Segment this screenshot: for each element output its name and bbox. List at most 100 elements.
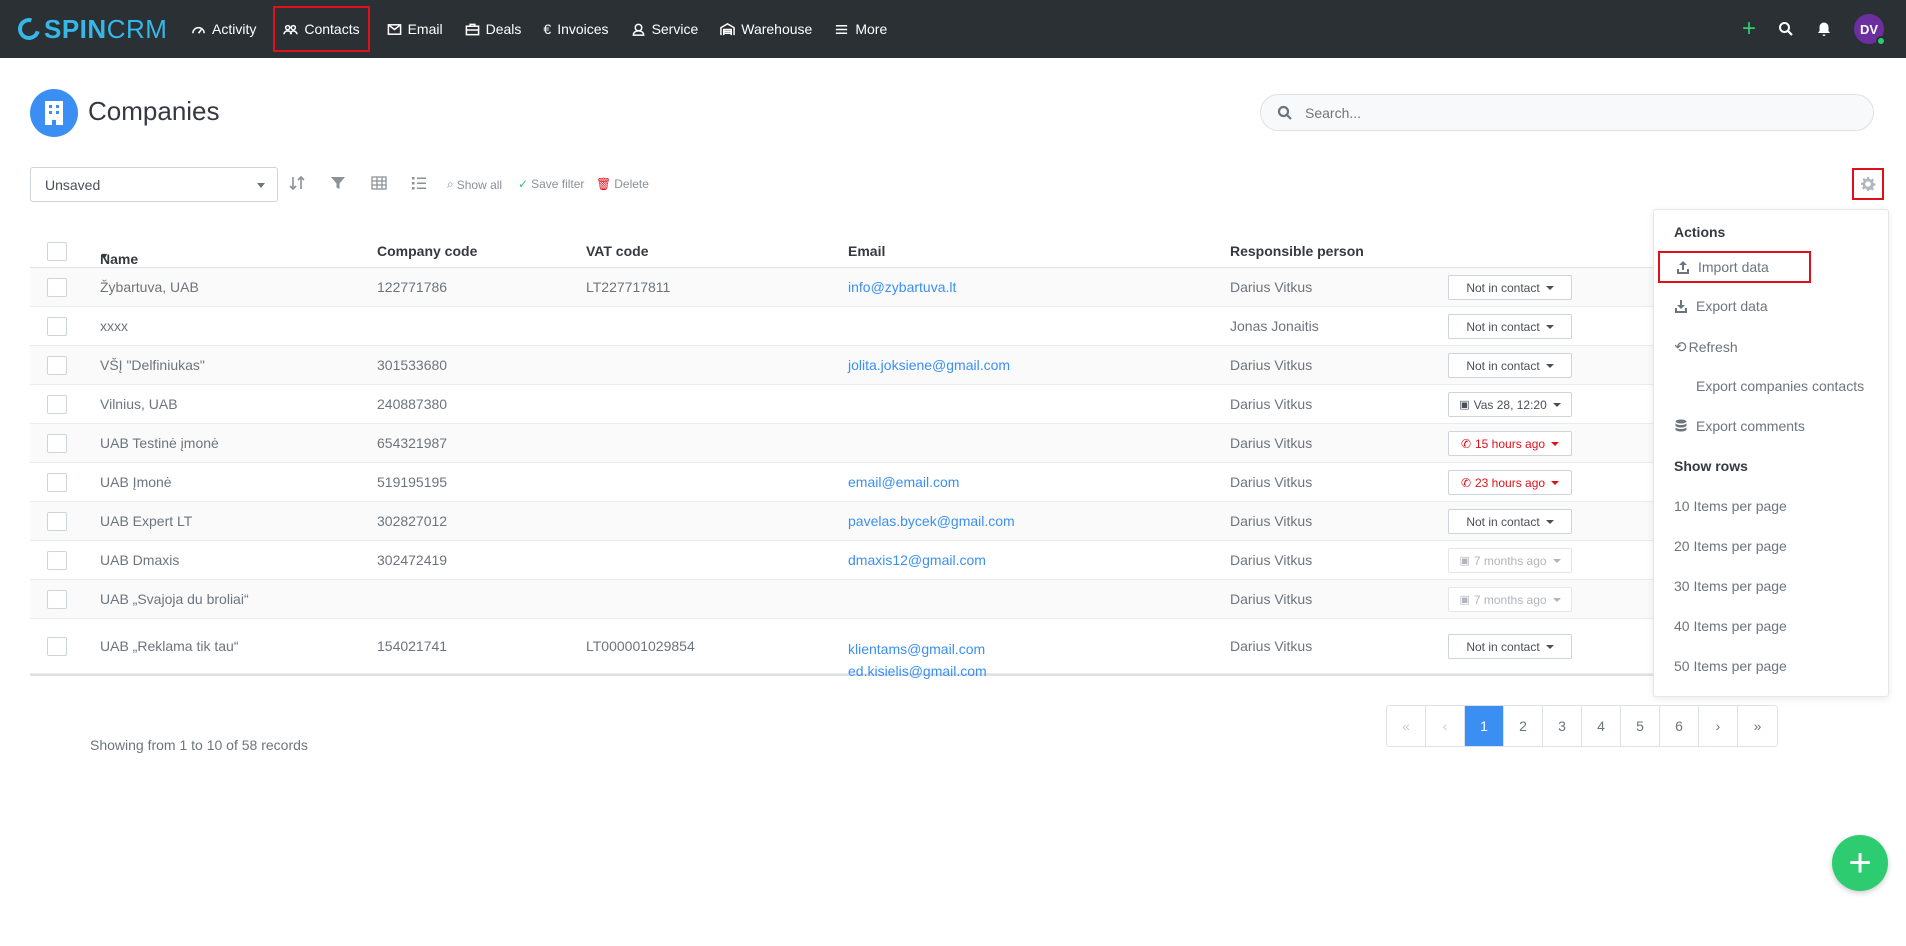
show-all-button[interactable]: ⌕ Show all [447,177,502,192]
company-name[interactable]: Vilnius, UAB [100,396,178,412]
last-page-button[interactable]: » [1738,706,1777,746]
add-company-button[interactable]: + [1832,835,1888,891]
email-link-secondary[interactable]: ed.kisielis@gmail.com [848,660,987,682]
rows-30-item[interactable]: 30 Items per page [1674,578,1787,594]
nav-email[interactable]: Email [376,0,454,58]
search-box[interactable] [1260,94,1874,131]
export-comments-item[interactable]: Export comments [1674,418,1805,434]
export-data-item[interactable]: Export data [1674,298,1768,314]
page-6[interactable]: 6 [1660,706,1699,746]
page-2[interactable]: 2 [1504,706,1543,746]
contact-status-dropdown[interactable]: Not in contact [1448,314,1572,339]
table-row[interactable]: UAB „Svajoja du broliai“ Darius Vitkus ▣… [30,580,1680,619]
table-settings-button[interactable] [1852,168,1884,200]
refresh-item[interactable]: ⟲ Refresh [1674,338,1738,356]
company-name[interactable]: UAB Įmonė [100,474,172,490]
company-name[interactable]: UAB Dmaxis [100,552,179,568]
user-avatar[interactable]: DV [1854,14,1886,46]
contact-status-dropdown[interactable]: Not in contact [1448,509,1572,534]
saved-filter-select[interactable]: Unsaved [30,167,278,202]
company-name[interactable]: UAB Expert LT [100,513,192,529]
search-icon[interactable] [1778,21,1794,37]
prev-page-button[interactable]: ‹ [1426,706,1465,746]
rows-10-item[interactable]: 10 Items per page [1674,498,1787,514]
company-name[interactable]: xxxx [100,318,128,334]
company-name[interactable]: UAB Testinė įmonė [100,435,219,451]
table-view-icon[interactable] [370,174,388,192]
delete-filter-button[interactable]: 🗑 Delete [596,177,649,191]
col-email[interactable]: Email [848,243,885,259]
select-all-checkbox[interactable] [47,242,67,261]
contact-status-dropdown[interactable]: Not in contact [1448,634,1572,659]
quick-add-icon[interactable]: + [1742,17,1756,41]
first-page-button[interactable]: « [1387,706,1426,746]
nav-contacts[interactable]: Contacts [267,0,375,58]
contact-status-dropdown[interactable]: Not in contact [1448,353,1572,378]
rows-40-item[interactable]: 40 Items per page [1674,618,1787,634]
contact-status-dropdown[interactable]: ▣ Vas 28, 12:20 [1448,392,1572,417]
table-row[interactable]: Vilnius, UAB 240887380 Darius Vitkus ▣ Va… [30,385,1680,424]
contact-status-label: Not in contact [1466,358,1540,373]
company-name[interactable]: UAB „Svajoja du broliai“ [100,591,249,607]
table-row[interactable]: Žybartuva, UAB 122771786 LT227717811 inf… [30,268,1680,307]
email-link[interactable]: klientams@gmail.com [848,638,987,660]
row-checkbox[interactable] [47,551,67,570]
row-checkbox[interactable] [47,356,67,375]
contact-status-dropdown[interactable]: ✆ 23 hours ago [1448,470,1572,495]
next-page-button[interactable]: › [1699,706,1738,746]
nav-activity[interactable]: Activity [180,0,267,58]
table-row[interactable]: UAB Expert LT 302827012 pavelas.bycek@gm… [30,502,1680,541]
contact-status-dropdown[interactable]: Not in contact [1448,275,1572,300]
table-row[interactable]: xxxx Jonas Jonaitis Not in contact [30,307,1680,346]
contact-status-dropdown[interactable]: ▣ 7 months ago [1448,548,1572,573]
page-3[interactable]: 3 [1543,706,1582,746]
email-link[interactable]: pavelas.bycek@gmail.com [848,513,1015,529]
row-checkbox[interactable] [47,473,67,492]
rows-50-item[interactable]: 50 Items per page [1674,658,1787,674]
row-checkbox[interactable] [47,590,67,609]
table-row[interactable]: UAB Testinė įmonė 654321987 Darius Vitku… [30,424,1680,463]
bell-icon[interactable] [1816,21,1832,37]
nav-service[interactable]: Service [620,0,710,58]
nav-more[interactable]: More [823,0,898,58]
sort-icon[interactable] [288,174,306,192]
spincrm-logo[interactable]: SPIN CRM [13,14,167,45]
page-4[interactable]: 4 [1582,706,1621,746]
table-row[interactable]: UAB Dmaxis 302472419 dmaxis12@gmail.com … [30,541,1680,580]
list-view-icon[interactable] [410,174,428,192]
row-checkbox[interactable] [47,512,67,531]
nav-warehouse[interactable]: Warehouse [709,0,823,58]
contact-status-dropdown[interactable]: ✆ 15 hours ago [1448,431,1572,456]
page-1[interactable]: 1 [1465,706,1504,746]
rows-20-item[interactable]: 20 Items per page [1674,538,1787,554]
table-row[interactable]: UAB „Reklama tik tau“ 154021741 LT000001… [30,619,1680,679]
row-checkbox[interactable] [47,278,67,297]
email-link[interactable]: dmaxis12@gmail.com [848,552,986,568]
col-company-code[interactable]: Company code [377,243,477,259]
search-input[interactable] [1305,104,1805,121]
user-initials: DV [1859,21,1879,37]
table-row[interactable]: VŠĮ "Delfiniukas" 301533680 jolita.joksi… [30,346,1680,385]
col-responsible-person[interactable]: Responsible person [1230,243,1364,259]
nav-invoices[interactable]: € Invoices [532,0,619,58]
row-checkbox[interactable] [47,317,67,336]
company-name[interactable]: VŠĮ "Delfiniukas" [100,357,205,373]
row-checkbox[interactable] [47,637,67,656]
contact-status-dropdown[interactable]: ▣ 7 months ago [1448,587,1572,612]
import-data-item[interactable]: Import data [1658,251,1811,283]
email-link[interactable]: jolita.joksiene@gmail.com [848,357,1010,373]
col-vat-code[interactable]: VAT code [586,243,649,259]
export-companies-contacts-item[interactable]: Export companies contacts [1696,378,1864,394]
page-5[interactable]: 5 [1621,706,1660,746]
company-name[interactable]: Žybartuva, UAB [100,279,199,295]
row-checkbox[interactable] [47,395,67,414]
save-filter-button[interactable]: ✓ Save filter [518,177,584,191]
companies-table: Name ▼ Company code VAT code Email Respo… [30,235,1680,679]
company-name[interactable]: UAB „Reklama tik tau“ [100,638,238,654]
email-link[interactable]: info@zybartuva.lt [848,279,956,295]
filter-icon[interactable] [329,174,347,192]
row-checkbox[interactable] [47,434,67,453]
nav-deals[interactable]: Deals [454,0,533,58]
email-link[interactable]: email@email.com [848,474,959,490]
table-row[interactable]: UAB Įmonė 519195195 email@email.com Dari… [30,463,1680,502]
